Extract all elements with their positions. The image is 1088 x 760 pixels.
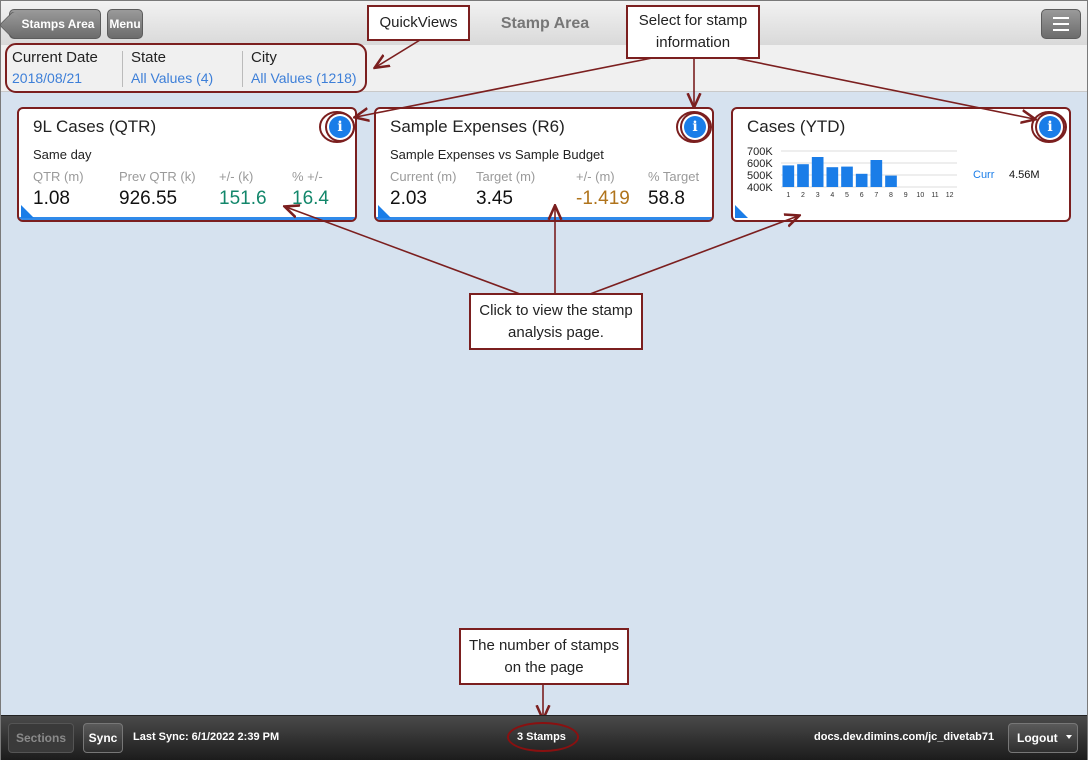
bar <box>841 166 853 187</box>
metric-value: 1.08 <box>33 188 70 209</box>
bar <box>885 175 897 187</box>
bar <box>782 165 795 187</box>
x-tick-label: 3 <box>816 192 820 199</box>
top-bar: Stamps Area Menu Stamp Area <box>1 1 1087 46</box>
logout-button[interactable]: Logout <box>1008 723 1078 753</box>
info-icon[interactable]: i <box>329 116 351 138</box>
metric-header: Prev QTR (k) <box>119 169 196 184</box>
callout-select-info: Select for stamp information <box>626 5 760 59</box>
x-tick-label: 5 <box>845 192 849 199</box>
corner-marker-icon <box>378 205 391 218</box>
legend-label: Curr <box>973 169 995 181</box>
metric-header: Current (m) <box>390 169 457 184</box>
stamps-area-back-button[interactable]: Stamps Area <box>9 9 101 39</box>
metric-value: 151.6 <box>219 188 267 209</box>
legend-value: 4.56M <box>1009 169 1040 181</box>
stamp-9l-cases[interactable]: 9L Cases (QTR) i Same day QTR (m) 1.08 P… <box>17 107 357 222</box>
stamp-title: Sample Expenses (R6) <box>390 117 565 136</box>
corner-marker-icon <box>735 205 748 218</box>
metric-header: QTR (m) <box>33 169 84 184</box>
metric: % Target 58.8 <box>648 169 699 210</box>
metric-header: +/- (m) <box>576 169 615 184</box>
sections-button[interactable]: Sections <box>8 723 74 753</box>
metric-value: 3.45 <box>476 188 513 209</box>
callout-quickviews: QuickViews <box>367 5 470 41</box>
metric-header: % Target <box>648 169 700 184</box>
logout-label: Logout <box>1017 731 1058 745</box>
stamp-cases-ytd[interactable]: Cases (YTD) i 700K 600K 500K 400K 1 2 3 4 5 6 7 8 9 1… <box>731 107 1071 222</box>
metric-value: 926.55 <box>119 188 178 209</box>
metric: QTR (m) 1.08 <box>33 169 84 210</box>
x-tick-label: 2 <box>801 192 805 199</box>
x-tick-label: 8 <box>889 192 893 199</box>
metric-value: -1.419 <box>576 188 630 209</box>
x-tick-label: 1 <box>786 192 790 199</box>
x-tick-label: 4 <box>830 192 834 199</box>
stamp-subtitle: Sample Expenses vs Sample Budget <box>390 147 604 162</box>
metric-header: +/- (k) <box>219 169 254 184</box>
bar <box>855 173 868 187</box>
y-tick-label: 600K <box>747 158 773 170</box>
info-icon[interactable]: i <box>684 116 706 138</box>
chevron-down-icon <box>1066 735 1072 739</box>
hamburger-menu-button[interactable] <box>1041 9 1081 39</box>
y-tick-label: 700K <box>747 147 773 158</box>
server-url: docs.dev.dimins.com/jc_divetab71 <box>814 731 995 743</box>
bar <box>797 164 809 187</box>
quickview-value[interactable]: 2018/08/21 <box>12 70 98 86</box>
bar <box>811 157 824 187</box>
metric: % +/- 16.4 <box>292 169 329 210</box>
stamp-count-highlight <box>507 722 579 752</box>
quickview-label: State <box>131 49 167 66</box>
metric: Prev QTR (k) 926.55 <box>119 169 196 210</box>
callout-click-view: Click to view the stamp analysis page. <box>469 293 643 350</box>
stamp-sample-expenses[interactable]: Sample Expenses (R6) i Sample Expenses v… <box>374 107 714 222</box>
bar <box>826 167 839 187</box>
x-tick-label: 12 <box>946 192 954 199</box>
x-tick-label: 6 <box>860 192 864 199</box>
sync-button[interactable]: Sync <box>83 723 123 753</box>
stamp-bottom-bar <box>376 217 712 220</box>
metric-header: Target (m) <box>476 169 536 184</box>
divider <box>122 51 123 87</box>
x-tick-label: 10 <box>916 192 924 199</box>
divider <box>242 51 243 87</box>
metric-value: 58.8 <box>648 188 685 209</box>
stamp-bottom-bar <box>19 217 355 220</box>
stamp-title: Cases (YTD) <box>747 117 846 136</box>
metric: +/- (m) -1.419 <box>576 169 630 210</box>
quickview-state[interactable]: State All Values (4) <box>131 49 213 89</box>
callout-stamp-count: The number of stamps on the page <box>459 628 629 685</box>
metric-header: % +/- <box>292 169 323 184</box>
quickviews-bar: Current Date 2018/08/21 State All Values… <box>1 45 1087 92</box>
quickview-label: Current Date <box>12 49 98 66</box>
x-tick-label: 7 <box>874 192 878 199</box>
quickview-value[interactable]: All Values (4) <box>131 70 213 86</box>
metric: Target (m) 3.45 <box>476 169 535 210</box>
quickview-city[interactable]: City All Values (1218) <box>251 49 357 89</box>
metric-value: 16.4 <box>292 188 329 209</box>
bar <box>870 160 883 187</box>
page-title: Stamp Area <box>500 15 590 32</box>
quickview-label: City <box>251 49 277 66</box>
x-tick-label: 11 <box>931 192 938 199</box>
stamp-subtitle: Same day <box>33 147 92 162</box>
hamburger-icon <box>1053 15 1069 33</box>
y-tick-label: 400K <box>747 182 773 194</box>
metric-value: 2.03 <box>390 188 427 209</box>
corner-marker-icon <box>21 205 34 218</box>
stamp-title: 9L Cases (QTR) <box>33 117 157 136</box>
x-tick-label: 9 <box>904 192 908 199</box>
metric: Current (m) 2.03 <box>390 169 456 210</box>
quickview-current-date[interactable]: Current Date 2018/08/21 <box>12 49 98 89</box>
y-tick-label: 500K <box>747 170 773 182</box>
ytd-bar-chart: 700K600K500K400K1 2 3 4 5 6 7 8 9 10 11 12 <box>747 147 957 199</box>
quickview-value[interactable]: All Values (1218) <box>251 70 357 86</box>
metric: +/- (k) 151.6 <box>219 169 267 210</box>
info-icon[interactable]: i <box>1039 116 1061 138</box>
last-sync-text: Last Sync: 6/1/2022 2:39 PM <box>133 731 280 743</box>
